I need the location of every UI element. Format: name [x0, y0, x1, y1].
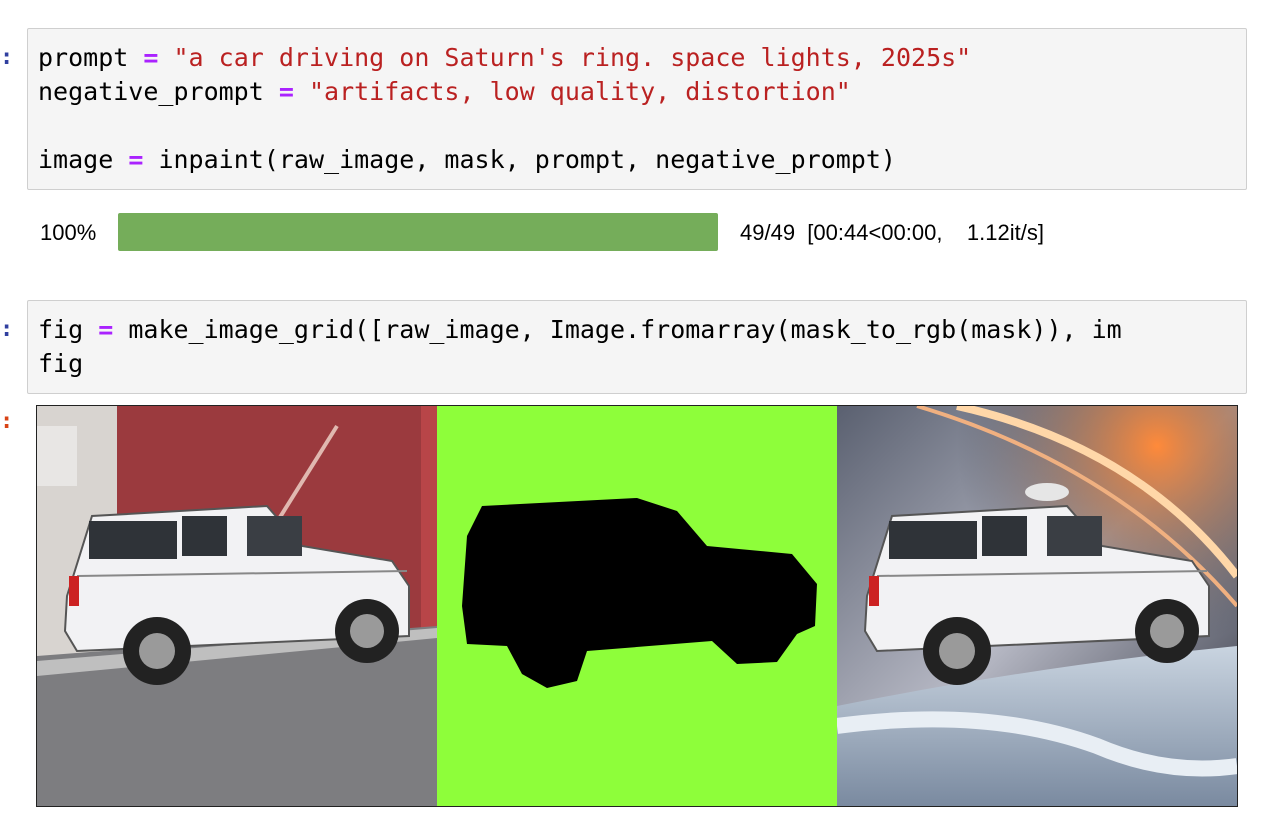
progress-counts: 49/49 [00:44<00:00, 1.12it/s]	[740, 220, 1044, 245]
progress-percent: 100%	[40, 220, 97, 245]
code-line: prompt = "a car driving on Saturn's ring…	[38, 43, 972, 72]
input-prompt-marker: :	[0, 45, 14, 70]
code-line: image = inpaint(raw_image, mask, prompt,…	[38, 145, 896, 174]
code-line: fig = make_image_grid([raw_image, Image.…	[38, 315, 1122, 344]
code-line: negative_prompt = "artifacts, low qualit…	[38, 77, 851, 106]
code-cell-inpaint[interactable]: prompt = "a car driving on Saturn's ring…	[27, 28, 1247, 190]
progress-output: 100% 49/49 [00:44<00:00, 1.12it/s]	[40, 212, 1220, 254]
input-prompt-marker: :	[0, 317, 14, 342]
image-grid-output	[36, 405, 1238, 807]
code-cell-grid[interactable]: fig = make_image_grid([raw_image, Image.…	[27, 300, 1247, 394]
progress-bar	[118, 213, 718, 251]
code-line: fig	[38, 349, 84, 378]
mask-image	[437, 406, 837, 806]
raw-image	[37, 406, 437, 806]
inpainted-image	[837, 406, 1237, 806]
progress-bar-fill	[118, 213, 718, 251]
output-prompt-marker: :	[0, 409, 14, 434]
